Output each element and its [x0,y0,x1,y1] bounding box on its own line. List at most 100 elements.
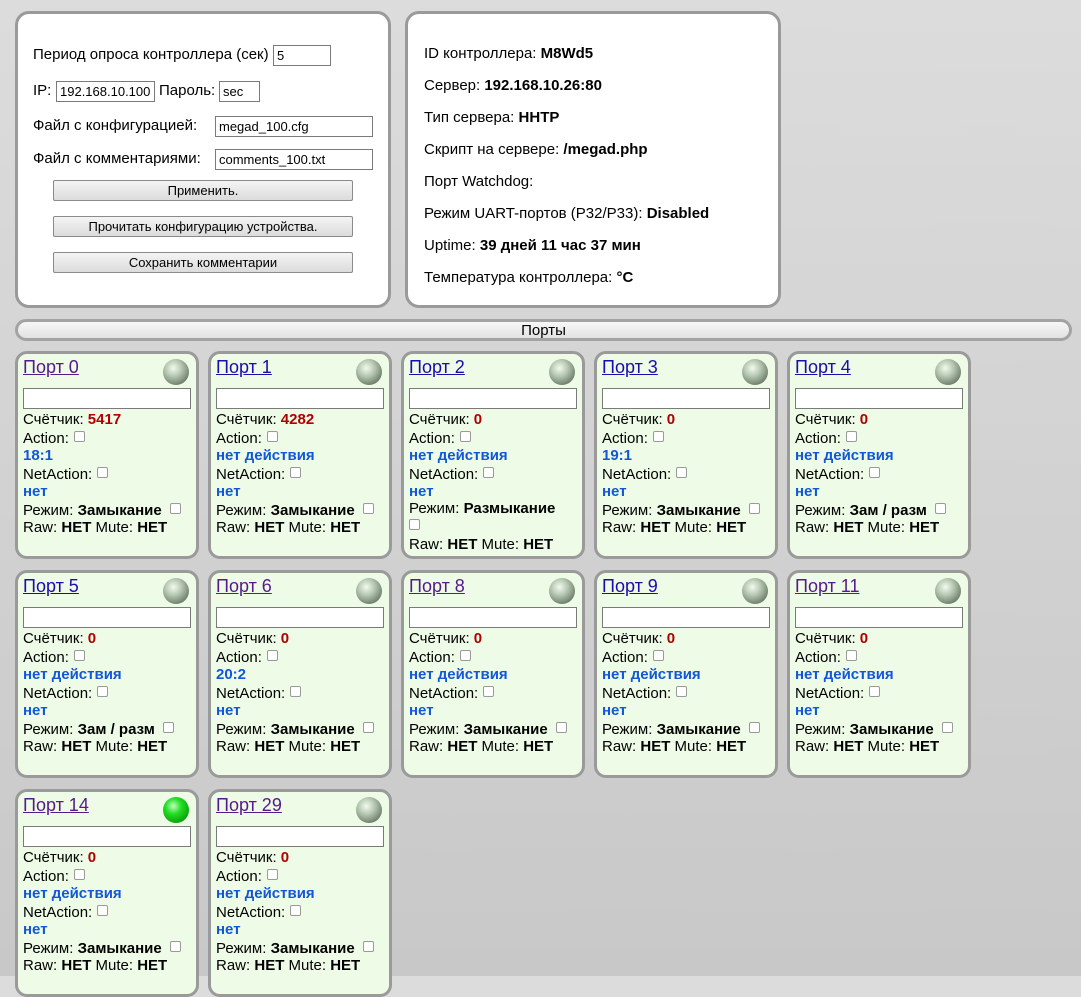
counter-row: Счётчик: 0 [23,630,96,647]
mode-checkbox[interactable] [169,503,181,514]
port-status-led-icon[interactable] [356,797,382,823]
action-checkbox[interactable] [652,431,664,442]
port-link[interactable]: Порт 11 [795,576,860,597]
mode-checkbox[interactable] [748,503,760,514]
action-checkbox[interactable] [459,431,471,442]
mode-checkbox[interactable] [934,503,946,514]
port-status-led-icon[interactable] [742,578,768,604]
mode-checkbox[interactable] [748,722,760,733]
mode-checkbox[interactable] [409,519,420,530]
port-comment-input[interactable] [216,607,384,628]
action-checkbox[interactable] [266,650,278,661]
port-comment-input[interactable] [23,388,191,409]
port-card: Порт 0 Счётчик: 5417 Action: 18:1 NetAction:… [15,351,199,559]
action-checkbox[interactable] [73,650,85,661]
mode-checkbox[interactable] [362,503,374,514]
mode-label: Режим: [216,940,267,957]
mode-checkbox[interactable] [941,722,953,733]
port-status-led-icon[interactable] [549,359,575,385]
action-checkbox[interactable] [459,650,471,661]
netaction-checkbox[interactable] [869,686,881,697]
port-comment-input[interactable] [795,388,963,409]
port-status-led-icon[interactable] [356,359,382,385]
port-link[interactable]: Порт 14 [23,795,89,816]
action-row: Action: [795,430,857,447]
netaction-checkbox[interactable] [483,467,495,478]
netaction-row: NetAction: [216,466,302,483]
netaction-checkbox[interactable] [97,686,109,697]
port-link[interactable]: Порт 1 [216,357,272,378]
mode-checkbox[interactable] [162,722,174,733]
netaction-checkbox[interactable] [97,905,109,916]
netaction-checkbox[interactable] [97,467,109,478]
mode-row: Режим: Замыкание [23,502,181,519]
mode-checkbox[interactable] [169,941,181,952]
netaction-checkbox[interactable] [483,686,495,697]
port-comment-input[interactable] [216,388,384,409]
port-link[interactable]: Порт 0 [23,357,79,378]
action-value: нет действия [23,885,122,902]
port-status-led-icon[interactable] [935,578,961,604]
port-link[interactable]: Порт 29 [216,795,282,816]
read-config-button[interactable]: Прочитать конфигурацию устройства. [53,216,353,237]
port-comment-input[interactable] [216,826,384,847]
port-status-led-icon[interactable] [163,359,189,385]
apply-button[interactable]: Применить. [53,180,353,201]
port-link[interactable]: Порт 3 [602,357,658,378]
mute-label: Mute: [288,957,327,974]
action-value: 19:1 [602,447,633,464]
netaction-checkbox[interactable] [290,905,302,916]
mute-label: Mute: [288,738,327,755]
uptime-label: Uptime: [424,237,476,254]
password-input[interactable] [219,81,260,102]
port-comment-input[interactable] [23,826,191,847]
port-status-led-icon[interactable] [742,359,768,385]
mode-checkbox[interactable] [555,722,567,733]
netaction-checkbox[interactable] [290,686,302,697]
action-label: Action: [23,430,69,447]
port-link[interactable]: Порт 4 [795,357,851,378]
counter-value: 0 [859,411,869,428]
port-comment-input[interactable] [795,607,963,628]
mode-checkbox[interactable] [362,941,374,952]
netaction-checkbox[interactable] [676,686,688,697]
port-status-led-icon[interactable] [163,797,189,823]
netaction-checkbox[interactable] [869,467,881,478]
ports-section-toggle[interactable]: Порты [15,319,1072,341]
port-comment-input[interactable] [602,388,770,409]
action-checkbox[interactable] [266,869,278,880]
action-checkbox[interactable] [73,869,85,880]
action-checkbox[interactable] [652,650,664,661]
port-comment-input[interactable] [409,607,577,628]
port-link[interactable]: Порт 2 [409,357,465,378]
save-comments-button[interactable]: Сохранить комментарии [53,252,353,273]
port-comment-input[interactable] [409,388,577,409]
netaction-checkbox[interactable] [676,467,688,478]
raw-value: НЕТ [640,738,671,755]
netaction-label: NetAction: [216,466,286,483]
comments-file-input[interactable] [215,149,373,170]
action-checkbox[interactable] [266,431,278,442]
port-comment-input[interactable] [23,607,191,628]
port-link[interactable]: Порт 8 [409,576,465,597]
port-status-led-icon[interactable] [356,578,382,604]
counter-row: Счётчик: 0 [602,630,675,647]
port-link[interactable]: Порт 6 [216,576,272,597]
port-link[interactable]: Порт 9 [602,576,658,597]
port-link[interactable]: Порт 5 [23,576,79,597]
mode-checkbox[interactable] [362,722,374,733]
netaction-value: нет [23,702,48,719]
port-status-led-icon[interactable] [935,359,961,385]
action-checkbox[interactable] [845,650,857,661]
port-comment-input[interactable] [602,607,770,628]
config-file-input[interactable] [215,116,373,137]
port-status-led-icon[interactable] [549,578,575,604]
netaction-checkbox[interactable] [290,467,302,478]
mute-label: Mute: [674,738,713,755]
port-card: Порт 9 Счётчик: 0 Action: нет действия NetAc… [594,570,778,778]
port-status-led-icon[interactable] [163,578,189,604]
poll-period-input[interactable] [273,45,331,66]
ip-input[interactable] [56,81,155,102]
action-checkbox[interactable] [73,431,85,442]
action-checkbox[interactable] [845,431,857,442]
